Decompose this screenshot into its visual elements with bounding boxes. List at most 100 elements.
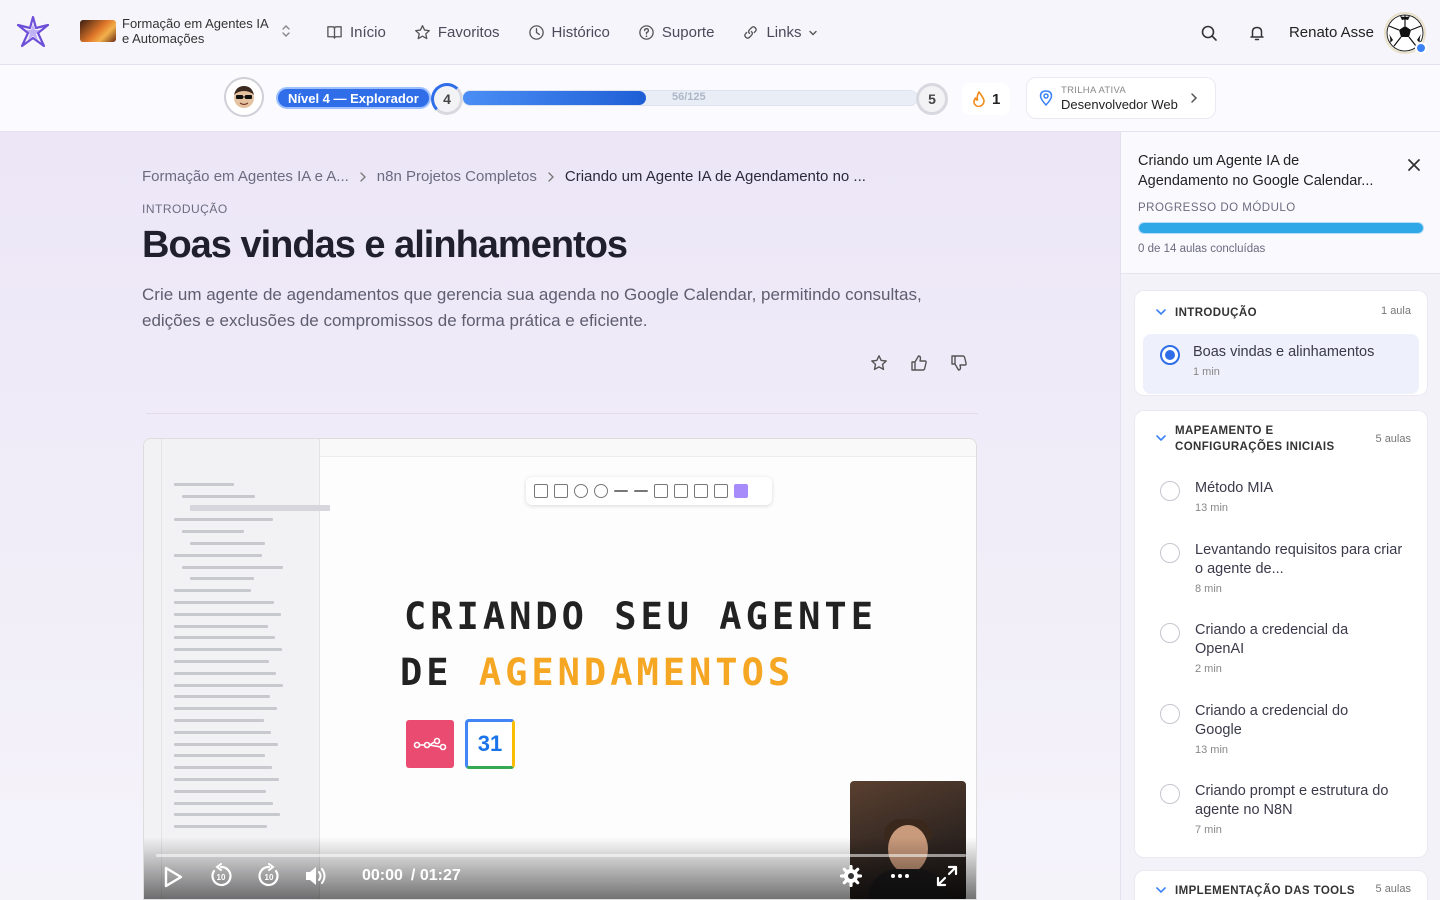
svg-text:10: 10	[265, 873, 274, 882]
n8n-logo	[406, 720, 454, 768]
breadcrumb-module[interactable]: n8n Projetos Completos	[377, 168, 537, 185]
module-header[interactable]: INTRODUÇÃO 1 aula	[1135, 291, 1427, 321]
video-current-time: 00:00	[362, 867, 403, 884]
module-name: INTRODUÇÃO	[1175, 307, 1257, 319]
video-tree-line	[174, 612, 281, 616]
lesson-item[interactable]: Método MIA 13 min	[1135, 479, 1285, 514]
course-thumbnail	[80, 20, 116, 42]
forward-10-icon[interactable]: 10	[256, 863, 282, 889]
search-icon	[1200, 24, 1218, 42]
video-heading-line2: DE AGENDAMENTOS	[400, 651, 794, 694]
active-track-value: Desenvolvedor Web	[1061, 96, 1178, 112]
module-name: MAPEAMENTO E CONFIGURAÇÕES INICIAIS	[1175, 425, 1335, 453]
lesson-title: Método MIA	[1195, 480, 1274, 496]
notifications-button[interactable]	[1245, 21, 1269, 45]
video-tree-line	[174, 601, 274, 604]
thumbs-down-icon[interactable]	[950, 354, 968, 372]
video-tree-line	[174, 589, 251, 593]
gamification-bar: Nível 4 — Explorador 4 56/125 5 1 TRILHA…	[0, 65, 1440, 132]
nav-historico[interactable]: Histórico	[528, 24, 610, 41]
video-tool-icon	[734, 484, 748, 498]
video-tree-line	[190, 542, 265, 545]
fullscreen-icon[interactable]	[936, 865, 958, 887]
video-tree-line	[174, 660, 269, 663]
user-name[interactable]: Renato Asse	[1289, 24, 1374, 41]
header-actions: Renato Asse	[1197, 0, 1440, 65]
video-tool-icon	[694, 484, 708, 498]
lesson-item[interactable]: Criando prompt e estrutura do agente no …	[1135, 782, 1422, 836]
flame-icon	[972, 91, 986, 107]
volume-icon[interactable]	[304, 865, 330, 887]
video-tree-line	[174, 671, 276, 675]
lesson-item[interactable]: Levantando requisitos para criar o agent…	[1135, 541, 1422, 595]
lesson-item[interactable]: Criando a credencial da OpenAI 2 min	[1135, 621, 1397, 675]
video-scrubber[interactable]	[156, 854, 966, 857]
chevron-down-icon	[808, 28, 818, 38]
video-total-time: / 01:27	[410, 867, 461, 884]
video-tree-line	[174, 636, 275, 640]
streak-count: 1	[992, 90, 1001, 108]
video-tree-line	[174, 730, 271, 734]
module-name: IMPLEMENTAÇÃO DAS TOOLS	[1175, 885, 1355, 897]
map-pin-icon	[1039, 90, 1053, 106]
video-tool-icon	[674, 484, 688, 498]
module-header[interactable]: MAPEAMENTO E CONFIGURAÇÕES INICIAIS 5 au…	[1135, 411, 1427, 455]
video-file-tree	[144, 439, 330, 899]
course-selector[interactable]: Formação em Agentes IA e Automações	[80, 16, 292, 46]
module-header[interactable]: IMPLEMENTAÇÃO DAS TOOLS 5 aulas	[1135, 871, 1427, 899]
video-window-strip	[320, 439, 976, 457]
more-options-icon[interactable]	[890, 873, 910, 879]
lesson-status-radio	[1160, 623, 1180, 643]
video-tree-line	[174, 778, 279, 781]
breadcrumb-course[interactable]: Formação em Agentes IA e A...	[142, 168, 349, 185]
thumbs-up-icon[interactable]	[910, 354, 928, 372]
lesson-title: Criando prompt e estrutura do agente no …	[1195, 783, 1389, 818]
lesson-status-radio	[1160, 345, 1180, 365]
video-heading-prefix: DE	[400, 651, 479, 694]
nav-inicio-label: Início	[350, 24, 386, 41]
breadcrumb-current: Criando um Agente IA de Agendamento no .…	[564, 168, 866, 185]
lesson-status-radio	[1160, 481, 1180, 501]
video-tool-icon	[714, 484, 728, 498]
lesson-item-active[interactable]: Boas vindas e alinhamentos 1 min	[1143, 334, 1419, 394]
online-status-dot	[1415, 41, 1427, 54]
video-tree-line	[174, 553, 262, 557]
nav-suporte[interactable]: Suporte	[638, 24, 714, 41]
rewind-10-icon[interactable]: 10	[208, 863, 234, 889]
level-avatar[interactable]	[224, 77, 264, 117]
nav-inicio[interactable]: Início	[326, 24, 386, 41]
search-button[interactable]	[1197, 21, 1221, 45]
module-implementacao: IMPLEMENTAÇÃO DAS TOOLS 5 aulas	[1134, 870, 1428, 900]
lesson-status-radio	[1160, 784, 1180, 804]
xp-progress-text: 56/125	[672, 91, 706, 103]
nav-links[interactable]: Links	[742, 24, 818, 41]
play-icon[interactable]	[162, 865, 184, 889]
chevron-up-down-icon	[280, 23, 292, 39]
user-avatar[interactable]	[1384, 11, 1427, 54]
lesson-duration: 2 min	[1195, 663, 1222, 675]
video-tool-icon	[534, 484, 548, 498]
chevron-right-icon	[359, 171, 367, 183]
lesson-duration: 1 min	[1193, 366, 1220, 378]
app-logo[interactable]	[16, 15, 50, 49]
lesson-item[interactable]: Criando a credencial do Google 13 min	[1135, 702, 1397, 756]
lesson-status-radio	[1160, 704, 1180, 724]
next-level-indicator: 5	[916, 83, 948, 115]
video-tree-line	[174, 719, 264, 722]
active-track-label: TRILHA ATIVA	[1061, 84, 1127, 96]
video-tool-icon	[594, 484, 608, 498]
chevron-down-icon	[1155, 307, 1167, 317]
active-track-selector[interactable]: TRILHA ATIVA Desenvolvedor Web	[1026, 77, 1216, 119]
video-time: 00:00 / 01:27	[362, 867, 461, 885]
settings-gear-icon[interactable]	[840, 865, 862, 887]
streak-counter[interactable]: 1	[962, 83, 1011, 115]
video-tree-line	[174, 683, 283, 687]
module-introducao: INTRODUÇÃO 1 aula Boas vindas e alinhame…	[1134, 290, 1428, 396]
chevron-right-icon	[1189, 92, 1199, 104]
video-player[interactable]: CRIANDO SEU AGENTE DE AGENDAMENTOS 31 10…	[143, 438, 977, 900]
favorite-star-icon[interactable]	[870, 354, 888, 372]
nav-favoritos[interactable]: Favoritos	[414, 24, 500, 41]
breadcrumb: Formação em Agentes IA e A... n8n Projet…	[142, 168, 866, 185]
close-icon[interactable]	[1407, 158, 1421, 172]
video-tree-line	[174, 483, 234, 486]
